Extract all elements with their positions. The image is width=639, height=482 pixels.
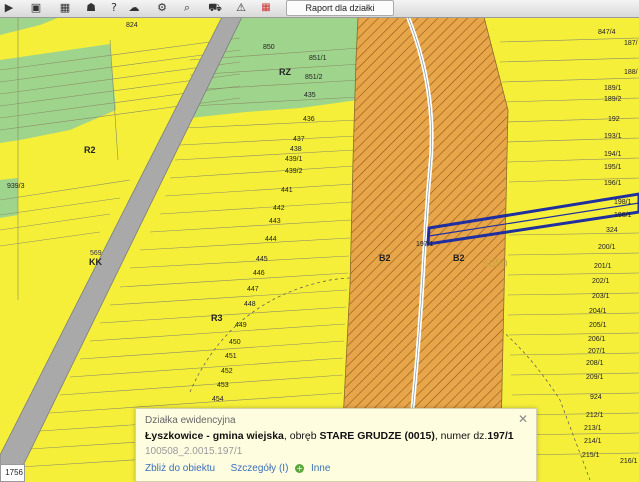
plot-label: 200/1 xyxy=(598,244,616,251)
plot-label: 435 xyxy=(304,92,316,99)
plot-label: 193/1 xyxy=(604,133,622,140)
color-palette-icon[interactable]: ▦ xyxy=(259,1,273,15)
plot-label: 824 xyxy=(126,22,138,29)
plot-label: 444 xyxy=(265,236,277,243)
plot-label: 447 xyxy=(247,286,259,293)
plot-label: 847/4 xyxy=(598,29,616,36)
popup-title: Działka ewidencyjna xyxy=(145,415,236,426)
plot-label: 436 xyxy=(303,116,315,123)
plot-label: 451 xyxy=(225,353,237,360)
plot-label: 446 xyxy=(253,270,265,277)
plot-label: 201/1 xyxy=(594,263,612,270)
plot-label: 208/1 xyxy=(586,360,604,367)
plot-label: 851/1 xyxy=(309,55,327,62)
parcel-place: Łyszkowice - gmina wiejska xyxy=(145,430,284,442)
plot-label: 439/1 xyxy=(285,156,303,163)
plot-label: 206/1 xyxy=(588,336,606,343)
plot-label: 192 xyxy=(608,116,620,123)
plot-label: 324 xyxy=(606,227,618,234)
plot-label: 212/1 xyxy=(586,412,604,419)
plot-label: 443 xyxy=(269,218,281,225)
plot-label: 437 xyxy=(293,136,305,143)
plot-label: 194/1 xyxy=(604,151,622,158)
plot-label: 203/1 xyxy=(592,293,610,300)
plot-label: 439/2 xyxy=(285,168,303,175)
grid-icon[interactable]: ▦ xyxy=(58,1,72,15)
plot-label: 189/1 xyxy=(604,85,622,92)
popup-links: Zbliż do obiektu Szczegóły (I) + Inne xyxy=(145,463,330,474)
close-icon[interactable]: ✕ xyxy=(518,412,528,426)
plot-label: 216/1 xyxy=(620,458,638,465)
plot-label: 195/1 xyxy=(604,164,622,171)
bird-icon[interactable]: ☗ xyxy=(84,1,98,15)
zone-label-b2-left: B2 xyxy=(379,253,391,263)
plot-label: 454 xyxy=(212,396,224,403)
watermark-label: 5050 xyxy=(483,258,508,270)
plot-label: 188/ xyxy=(624,69,638,76)
cart-icon[interactable]: ⛟ xyxy=(208,1,222,15)
parcel-precinct: STARE GRUDZE (0015) xyxy=(319,430,435,442)
zone-label-rz: RZ xyxy=(279,67,291,77)
search-map-icon[interactable]: ⌕ xyxy=(180,1,194,15)
plot-label: 445 xyxy=(256,256,268,263)
plot-label-left: 939/3 xyxy=(7,183,25,190)
other-link[interactable]: Inne xyxy=(311,463,330,474)
plot-label: 450 xyxy=(229,339,241,346)
scale-indicator: 1756 xyxy=(0,464,25,482)
plot-label: 209/1 xyxy=(586,374,604,381)
warning-icon[interactable]: ⚠ xyxy=(234,1,248,15)
plot-label: 198/1 xyxy=(614,199,632,206)
parcel-description: Łyszkowice - gmina wiejska, obręb STARE … xyxy=(145,430,514,442)
precinct-prefix: , obręb xyxy=(283,430,320,442)
settings-icon[interactable]: ⚙ xyxy=(155,1,169,15)
zone-label-b2-right: B2 xyxy=(453,253,465,263)
plot-label: 851/2 xyxy=(305,74,323,81)
plot-label: 213/1 xyxy=(584,425,602,432)
zone-label-r3: R3 xyxy=(211,313,223,323)
plot-label: 448 xyxy=(244,301,256,308)
details-link[interactable]: Szczegóły (I) xyxy=(231,463,289,474)
plot-label: 215/1 xyxy=(582,452,600,459)
cloud-upload-icon[interactable]: ☁ xyxy=(127,1,141,15)
plot-label: 202/1 xyxy=(592,278,610,285)
plot-label: 924 xyxy=(590,394,602,401)
plot-label: 442 xyxy=(273,205,285,212)
parcel-marker-label: 197/1 xyxy=(416,241,434,248)
plot-label: 441 xyxy=(281,187,293,194)
report-button[interactable]: Raport dla działki xyxy=(286,0,394,16)
plot-label: 850 xyxy=(263,44,275,51)
plot-label: 449 xyxy=(235,322,247,329)
plot-label: 196/1 xyxy=(604,180,622,187)
help-icon[interactable]: ? xyxy=(107,1,121,15)
map-toolbar: ▶ ▣ ▦ ☗ ? ☁ ⚙ ⌕ ⛟ ⚠ ▦ Raport dla działki xyxy=(0,0,639,18)
plot-label: 438 xyxy=(290,146,302,153)
plot-label: 453 xyxy=(217,382,229,389)
parcel-id: 100508_2.0015.197/1 xyxy=(145,446,243,457)
parcel-number: 197/1 xyxy=(487,430,514,442)
plot-label: 452 xyxy=(221,368,233,375)
road-number-label: 569 xyxy=(90,250,102,257)
plot-label: 207/1 xyxy=(588,348,606,355)
plot-label: 204/1 xyxy=(589,308,607,315)
plot-label: 214/1 xyxy=(584,438,602,445)
number-prefix: , numer dz. xyxy=(434,430,488,442)
plot-label: 205/1 xyxy=(589,322,607,329)
zoom-to-object-link[interactable]: Zbliż do obiektu xyxy=(145,463,215,474)
plus-icon[interactable]: + xyxy=(295,463,305,473)
select-icon[interactable]: ▶ xyxy=(2,1,16,15)
zone-label-r2: R2 xyxy=(84,145,96,155)
plot-label: 189/2 xyxy=(604,96,622,103)
identify-icon[interactable]: ▣ xyxy=(29,1,43,15)
parcel-info-popup: Działka ewidencyjna ✕ Łyszkowice - gmina… xyxy=(135,408,537,482)
plot-label: 187/ xyxy=(624,40,638,47)
plot-label: 198/1 xyxy=(614,212,632,219)
zone-label-kk: KK xyxy=(89,257,102,267)
